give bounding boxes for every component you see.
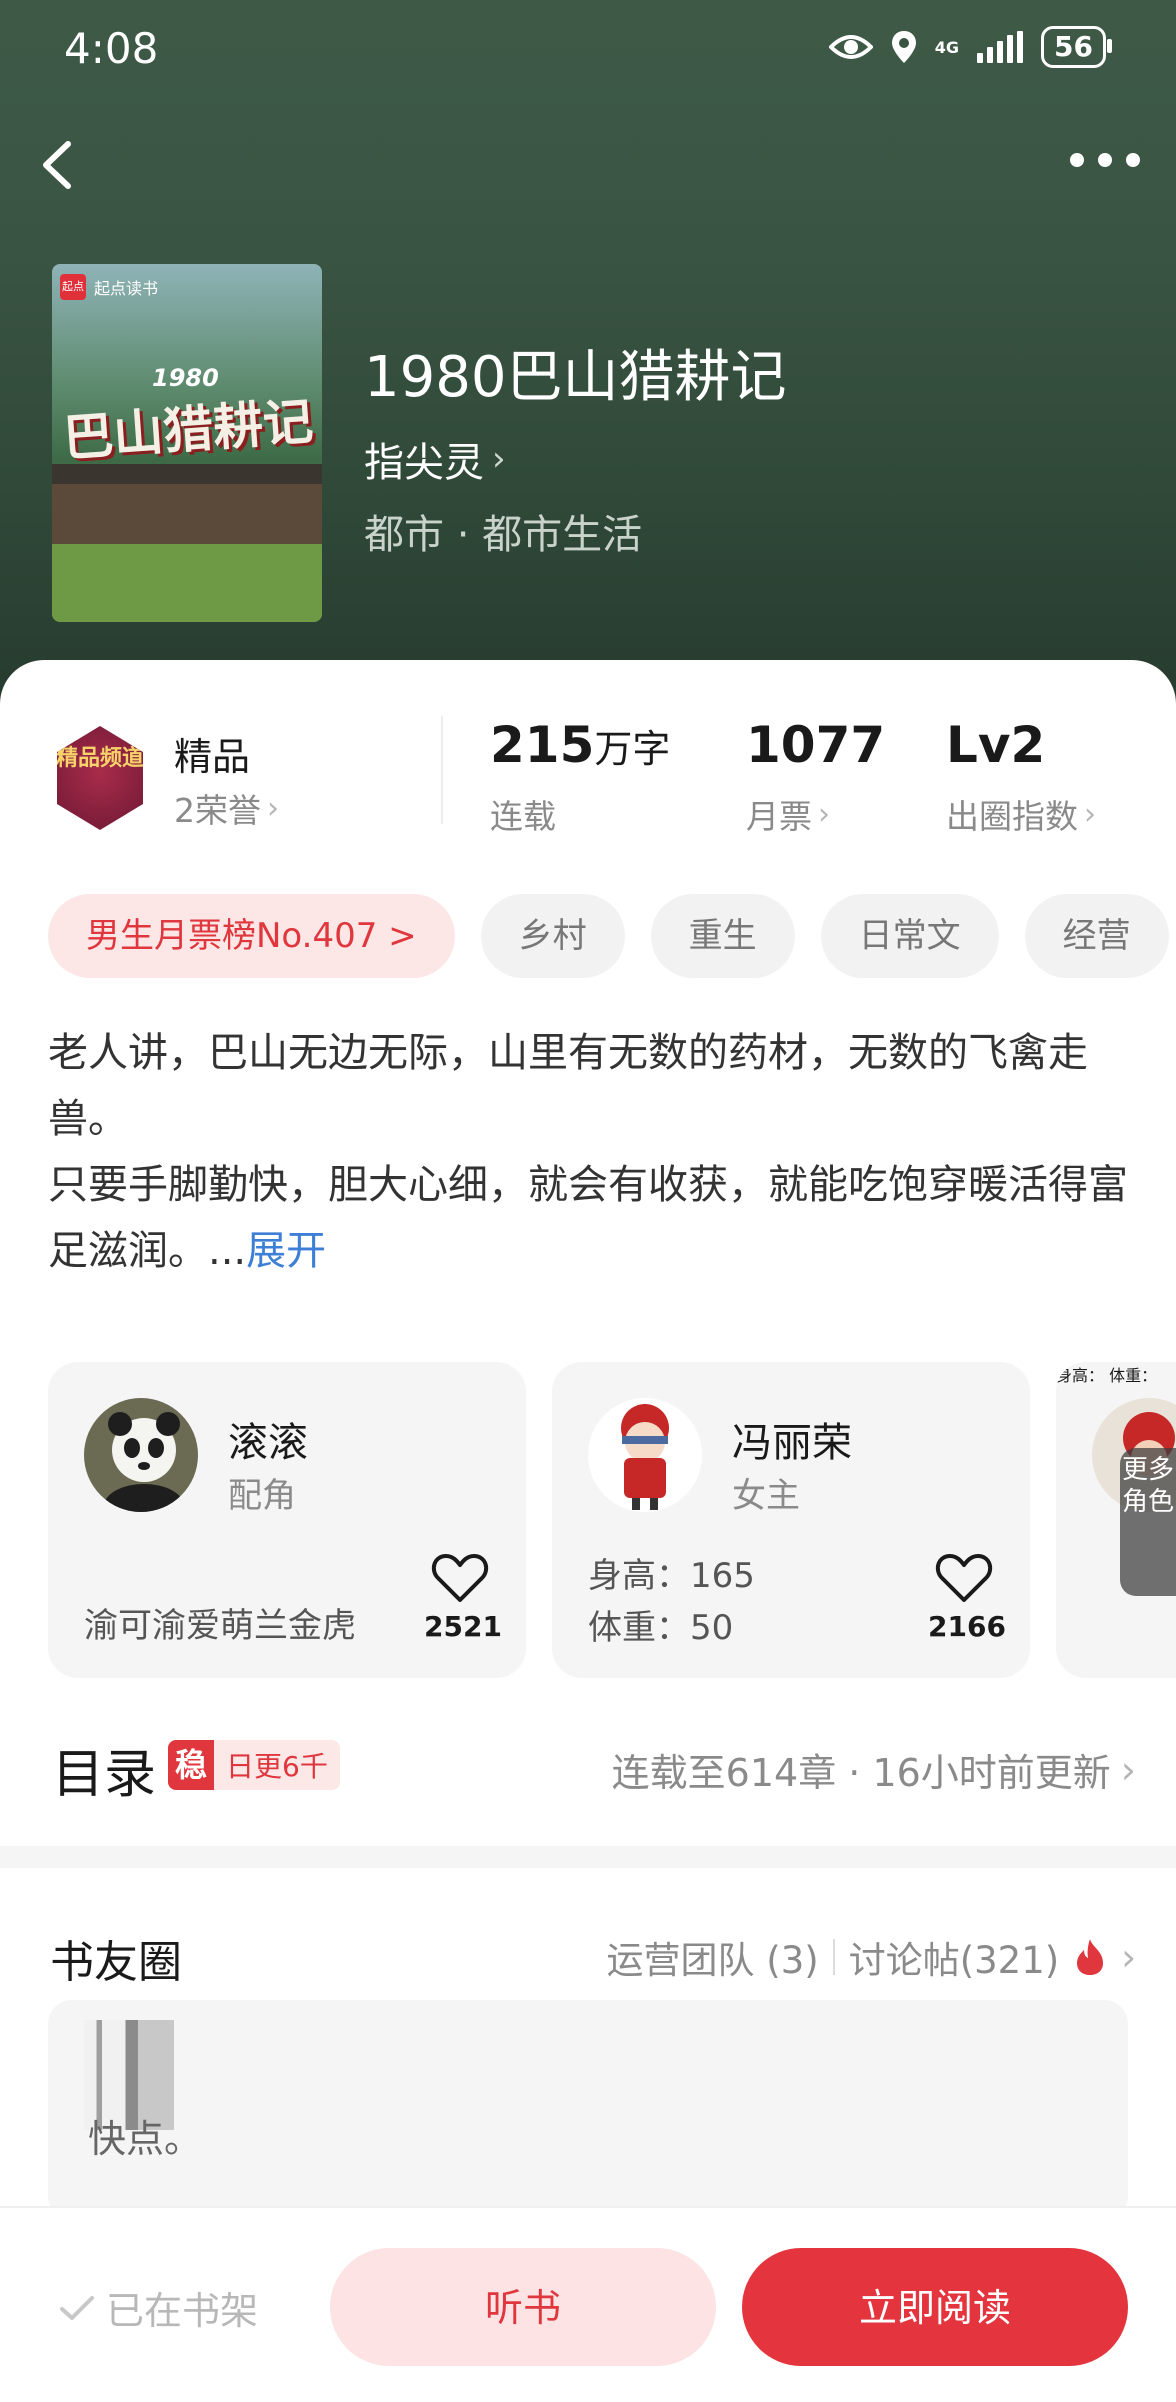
dot-icon [1098, 153, 1112, 167]
role-avatar [84, 1398, 198, 1512]
heart-icon[interactable] [430, 1548, 490, 1608]
qidian-logo-icon: 起点 [60, 274, 86, 300]
listen-button[interactable]: 听书 [330, 2248, 716, 2366]
honors-link[interactable]: 2荣誉 › [174, 784, 279, 832]
tag-item[interactable]: 乡村 [480, 894, 625, 978]
monthly-tickets: 1077 [746, 716, 886, 774]
toc-status-text: 连载至614章 · 16小时前更新 [611, 1751, 1111, 1795]
book-circle-title: 书友圈 [50, 1937, 182, 1988]
on-shelf-button[interactable]: 已在书架 [58, 2280, 258, 2335]
bottom-action-bar: 已在书架 听书 立即阅读 [0, 2206, 1176, 2402]
tag-item[interactable]: 日常文 [820, 894, 999, 978]
signal-icon [977, 31, 1024, 63]
read-now-button[interactable]: 立即阅读 [742, 2248, 1128, 2366]
cover-grass [52, 544, 322, 622]
more-roles-button[interactable]: 更多角色 [1120, 1448, 1176, 1596]
check-icon [60, 2295, 94, 2320]
like-count: 2521 [424, 1610, 502, 1643]
chevron-right-icon: › [1084, 796, 1096, 832]
role-weight: 体重：50 [588, 1608, 734, 1648]
expand-link[interactable]: 展开 [246, 1228, 326, 1274]
status-bar: 4:08 4G 56 [0, 0, 1176, 100]
post-preview-card[interactable]: 快点。 [48, 2000, 1128, 2220]
role-type: 配角 [228, 1476, 296, 1516]
ops-team-text: 运营团队 (3) [606, 1939, 819, 1982]
role-weight: 体重： [1109, 1366, 1158, 1385]
description-text: 只要手脚勤快，胆大心细，就会有收获，就能吃饱穿暖活得富足滋润。... [48, 1162, 1128, 1274]
location-icon [891, 31, 916, 63]
status-icons: 4G 56 [828, 26, 1112, 68]
monthly-tickets-label: 月票 [746, 797, 812, 836]
description-line: 老人讲，巴山无边无际，山里有无数的药材，无数的飞禽走兽。 [48, 1030, 1088, 1142]
word-count-value: 215 [490, 716, 595, 774]
chevron-left-icon [43, 141, 71, 189]
chevron-right-icon: › [1120, 1747, 1136, 1792]
on-shelf-label: 已在书架 [106, 2289, 259, 2333]
network-type: 4G [934, 37, 960, 57]
girl-avatar-icon [588, 1398, 702, 1512]
status-time: 4:08 [64, 24, 159, 73]
role-name: 滚滚 [228, 1420, 308, 1466]
update-badge: 稳 日更6千 [168, 1740, 340, 1790]
serial-status: 连载 [490, 797, 556, 836]
more-options-button[interactable] [1070, 140, 1140, 180]
monthly-tickets-link[interactable]: 月票 › [746, 790, 830, 838]
cover-brand-text: 起点读书 [94, 279, 159, 298]
panda-avatar-icon [84, 1398, 198, 1512]
like-count: 2166 [928, 1610, 1006, 1643]
dot-icon [1126, 153, 1140, 167]
popularity-link[interactable]: 出圈指数 › [946, 790, 1096, 838]
cover-title: 巴山猎耕记 [61, 392, 315, 468]
meta-separator [832, 1939, 835, 1975]
fire-icon [1077, 1939, 1104, 1975]
post-preview-text: 快点。 [88, 2117, 203, 2161]
role-card[interactable]: 冯丽荣 女主 身高：165 体重：50 2166 [552, 1362, 1030, 1678]
dot-icon [1070, 153, 1084, 167]
battery-icon: 56 [1041, 26, 1112, 68]
toc-title: 目录 [52, 1745, 157, 1805]
author-name: 指尖灵 [364, 440, 484, 486]
description-line: 只要手脚勤快，胆大心细，就会有收获，就能吃饱穿暖活得富足滋润。...展开 [48, 1152, 1138, 1284]
stable-icon: 稳 [168, 1740, 214, 1790]
eye-icon [828, 35, 873, 59]
chevron-right-icon: › [492, 439, 506, 479]
chevron-right-icon: › [818, 796, 830, 832]
tag-item[interactable]: 经营 [1024, 894, 1169, 978]
role-avatar [588, 1398, 702, 1512]
daily-update-text: 日更6千 [226, 1750, 328, 1783]
role-name: 冯丽荣 [732, 1420, 852, 1466]
book-genre: 都市 · 都市生活 [364, 512, 643, 558]
back-button[interactable] [28, 130, 88, 200]
heart-icon[interactable] [934, 1548, 994, 1608]
quality-label: 精品 [174, 735, 251, 779]
popularity-level: Lv2 [946, 716, 1046, 774]
word-count: 215万字 [490, 716, 670, 774]
author-link[interactable]: 指尖灵 › [364, 430, 506, 488]
stats-divider [441, 716, 443, 824]
tag-list: 男生月票榜No.407 > 乡村 重生 日常文 经营 [48, 894, 1169, 978]
role-type: 女主 [732, 1476, 800, 1516]
ranking-tag[interactable]: 男生月票榜No.407 > [48, 894, 455, 978]
book-circle-meta[interactable]: 运营团队 (3) 讨论帖(321) › [607, 1930, 1136, 1984]
role-card[interactable]: 滚滚 配角 渝可渝爱萌兰金虎 2521 [48, 1362, 526, 1678]
toc-link[interactable]: 连载至614章 · 16小时前更新 › [612, 1742, 1136, 1797]
word-count-unit: 万字 [594, 727, 671, 771]
chevron-right-icon: › [1121, 1935, 1136, 1979]
cover-house [52, 484, 322, 544]
role-height: 身高：165 [588, 1556, 755, 1596]
section-divider [0, 1846, 1176, 1868]
role-detail: 渝可渝爱萌兰金虎 [84, 1606, 356, 1646]
honors-text: 2荣誉 [174, 791, 261, 830]
popularity-label: 出圈指数 [946, 797, 1078, 836]
book-description: 老人讲，巴山无边无际，山里有无数的药材，无数的飞禽走兽。 只要手脚勤快，胆大心细… [48, 1020, 1138, 1284]
chevron-right-icon: › [267, 790, 279, 826]
tag-item[interactable]: 重生 [650, 894, 795, 978]
book-title: 1980巴山猎耕记 [364, 345, 787, 410]
book-cover[interactable]: 起点 起点读书 1980 巴山猎耕记 [52, 264, 322, 622]
cover-brand: 起点 起点读书 [60, 274, 158, 300]
posts-count-text: 讨论帖(321) [848, 1939, 1060, 1982]
